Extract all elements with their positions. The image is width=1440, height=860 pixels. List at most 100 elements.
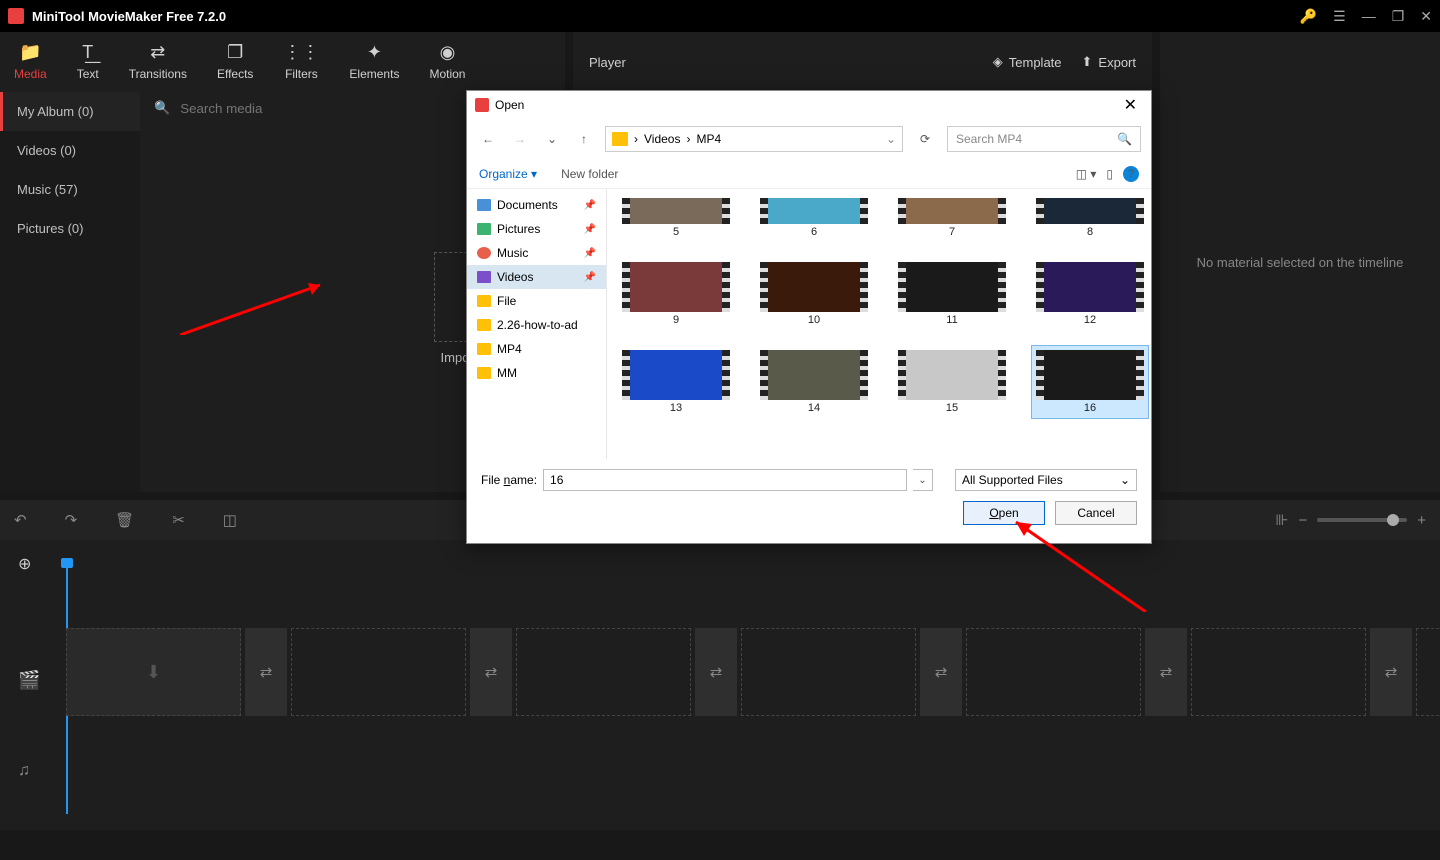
redo-button[interactable]: ↷ <box>65 511 78 529</box>
file-item[interactable]: 15 <box>893 345 1011 419</box>
preview-pane-button[interactable]: ▯ <box>1106 167 1113 181</box>
export-button[interactable]: ⬆ Export <box>1082 54 1136 70</box>
cut-button[interactable]: ✂ <box>172 511 185 529</box>
dialog-search-input[interactable]: Search MP4🔍 <box>947 126 1141 152</box>
clip-slot[interactable] <box>516 628 691 716</box>
audio-track-icon: ♫ <box>18 762 30 780</box>
tree-item[interactable]: 2.26-how-to-ad <box>467 313 606 337</box>
app-icon <box>8 8 24 24</box>
file-item[interactable]: 11 <box>893 257 1011 331</box>
nav-forward-button[interactable]: → <box>509 132 531 146</box>
file-item[interactable]: 7 <box>893 193 1011 243</box>
filename-label: File name: <box>481 473 537 487</box>
file-item[interactable]: 12 <box>1031 257 1149 331</box>
transition-slot[interactable]: ⇄ <box>920 628 962 716</box>
file-list: 5678 9 10 11 12 13 14 15 16 <box>607 189 1151 459</box>
preview-panel: No material selected on the timeline <box>1160 32 1440 492</box>
search-icon: 🔍 <box>154 100 170 116</box>
tool-media[interactable]: 📁Media <box>14 43 47 81</box>
clip-slot[interactable] <box>1191 628 1366 716</box>
transition-slot[interactable]: ⇄ <box>695 628 737 716</box>
file-item[interactable]: 9 <box>617 257 735 331</box>
clip-slot[interactable]: ⬇ <box>66 628 241 716</box>
media-sidebar: My Album (0)Videos (0)Music (57)Pictures… <box>0 92 140 492</box>
zoom-in-button[interactable]: + <box>1417 512 1426 529</box>
sidebar-item[interactable]: Music (57) <box>3 170 140 209</box>
fit-button[interactable]: ⊪ <box>1275 511 1288 529</box>
folder-tree: Documents📌Pictures📌Music📌Videos📌File2.26… <box>467 189 607 459</box>
path-breadcrumb[interactable]: ›Videos›MP4 ⌄ <box>605 126 903 152</box>
filename-history-button[interactable]: ⌄ <box>913 469 933 491</box>
video-track-icon: 🎬 <box>18 670 40 691</box>
filetype-select[interactable]: All Supported Files⌄ <box>955 469 1137 491</box>
tool-effects[interactable]: ❐Effects <box>217 43 253 81</box>
tree-item[interactable]: MM <box>467 361 606 385</box>
folder-icon <box>612 132 628 146</box>
tool-motion[interactable]: ◉Motion <box>429 43 465 81</box>
nav-back-button[interactable]: ← <box>477 132 499 146</box>
preview-empty-text: No material selected on the timeline <box>1197 255 1404 270</box>
dialog-close-button[interactable]: ✕ <box>1118 95 1143 115</box>
tree-item[interactable]: Documents📌 <box>467 193 606 217</box>
sidebar-item[interactable]: Videos (0) <box>3 131 140 170</box>
titlebar: MiniTool MovieMaker Free 7.2.0 🔑 ☰ — ❐ ✕ <box>0 0 1440 32</box>
template-button[interactable]: ◈ Template <box>993 54 1062 70</box>
file-item[interactable]: 8 <box>1031 193 1149 243</box>
clip-slot[interactable] <box>1416 628 1440 716</box>
transition-slot[interactable]: ⇄ <box>1370 628 1412 716</box>
crop-button[interactable]: ◫ <box>223 511 237 529</box>
main-toolbar: 📁Media T͟Text ⇄Transitions ❐Effects ⋮⋮Filter… <box>0 32 565 92</box>
transition-slot[interactable]: ⇄ <box>1145 628 1187 716</box>
tool-text[interactable]: T͟Text <box>77 43 99 81</box>
clip-slot[interactable] <box>966 628 1141 716</box>
tool-elements[interactable]: ✦Elements <box>349 43 399 81</box>
tree-item[interactable]: MP4 <box>467 337 606 361</box>
file-item[interactable]: 5 <box>617 193 735 243</box>
tree-item[interactable]: Music📌 <box>467 241 606 265</box>
filename-input[interactable] <box>543 469 907 491</box>
nav-recent-button[interactable]: ⌄ <box>541 132 563 146</box>
tool-filters[interactable]: ⋮⋮Filters <box>283 43 319 81</box>
sidebar-item[interactable]: Pictures (0) <box>3 209 140 248</box>
delete-button[interactable]: 🗑 <box>115 511 134 529</box>
file-open-dialog: Open ✕ ← → ⌄ ↑ ›Videos›MP4 ⌄ ⟳ Search MP… <box>466 90 1152 544</box>
file-item[interactable]: 14 <box>755 345 873 419</box>
zoom-out-button[interactable]: − <box>1298 512 1307 529</box>
timeline[interactable]: ⊕ 🎬 ♫ ⬇⇄⇄⇄⇄⇄⇄⇄ <box>0 540 1440 830</box>
maximize-icon[interactable]: ❐ <box>1392 8 1405 25</box>
tool-transitions[interactable]: ⇄Transitions <box>129 43 187 81</box>
dialog-app-icon <box>475 98 489 112</box>
cancel-button[interactable]: Cancel <box>1055 501 1137 525</box>
file-item[interactable]: 10 <box>755 257 873 331</box>
clip-slot[interactable] <box>741 628 916 716</box>
clip-slot[interactable] <box>291 628 466 716</box>
help-icon[interactable]: ? <box>1123 166 1139 182</box>
file-item[interactable]: 13 <box>617 345 735 419</box>
tree-item[interactable]: Videos📌 <box>467 265 606 289</box>
zoom-slider[interactable] <box>1317 518 1407 522</box>
sidebar-item[interactable]: My Album (0) <box>0 92 140 131</box>
file-item[interactable]: 6 <box>755 193 873 243</box>
view-mode-button[interactable]: ◫ ▾ <box>1076 167 1097 181</box>
tree-item[interactable]: File <box>467 289 606 313</box>
undo-button[interactable]: ↶ <box>14 511 27 529</box>
transition-slot[interactable]: ⇄ <box>245 628 287 716</box>
open-button[interactable]: Open <box>963 501 1045 525</box>
close-icon[interactable]: ✕ <box>1420 8 1432 25</box>
key-icon[interactable]: 🔑 <box>1300 8 1317 25</box>
add-track-button[interactable]: ⊕ <box>18 554 31 574</box>
menu-icon[interactable]: ☰ <box>1333 8 1346 25</box>
dialog-title: Open <box>495 98 524 112</box>
minimize-icon[interactable]: — <box>1362 8 1376 24</box>
nav-up-button[interactable]: ↑ <box>573 132 595 146</box>
refresh-button[interactable]: ⟳ <box>913 132 937 146</box>
transition-slot[interactable]: ⇄ <box>470 628 512 716</box>
organize-button[interactable]: Organize ▾ <box>479 167 537 181</box>
search-input[interactable] <box>180 101 456 116</box>
file-item[interactable]: 16 <box>1031 345 1149 419</box>
tree-item[interactable]: Pictures📌 <box>467 217 606 241</box>
search-icon: 🔍 <box>1117 132 1132 146</box>
app-title: MiniTool MovieMaker Free 7.2.0 <box>32 9 226 24</box>
new-folder-button[interactable]: New folder <box>561 167 618 181</box>
player-title: Player <box>589 55 626 70</box>
